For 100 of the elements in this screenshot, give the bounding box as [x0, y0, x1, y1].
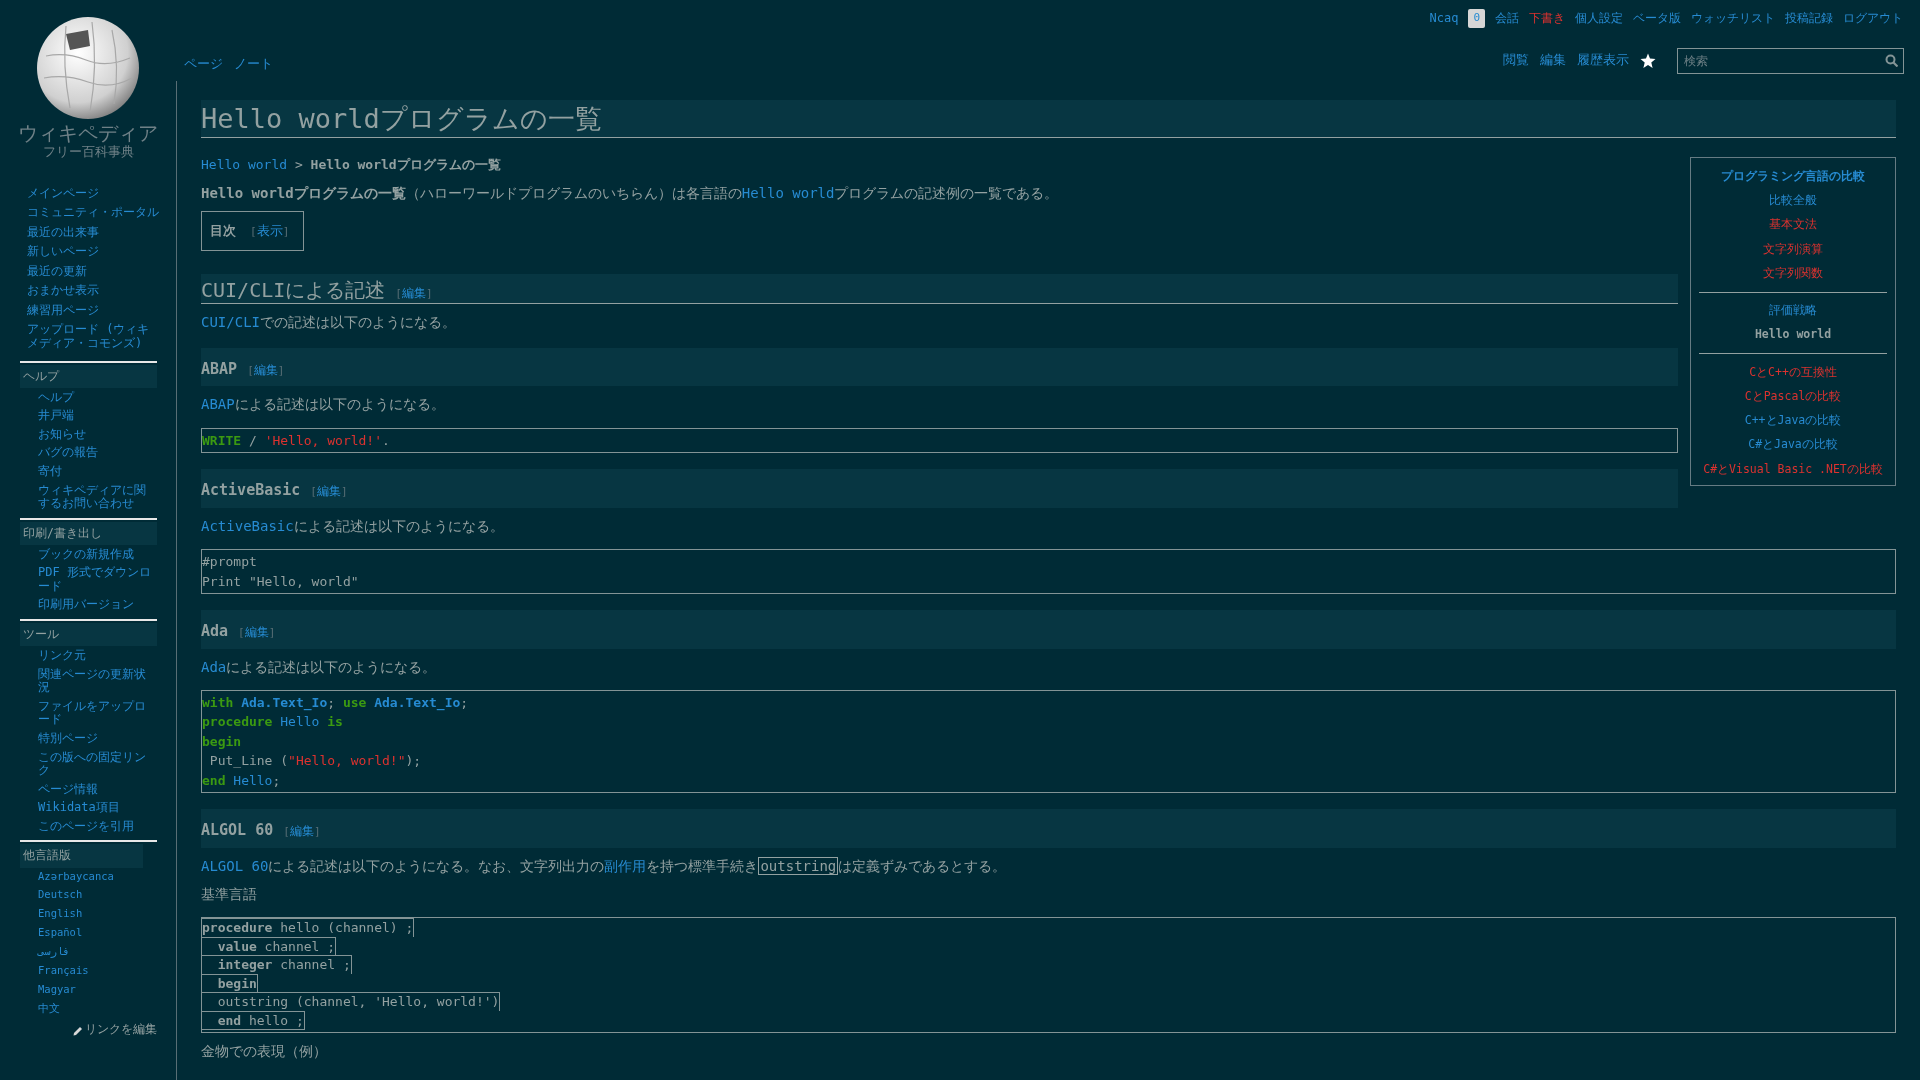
language-link[interactable]: Deutsch: [38, 889, 157, 902]
language-link[interactable]: فارسی: [38, 946, 157, 958]
navbox-link[interactable]: 基本文法: [1769, 217, 1817, 232]
page-title: Hello worldプログラムの一覧: [201, 100, 1896, 139]
sidebar-link[interactable]: ウィキペディアに関するお問い合わせ: [38, 483, 157, 511]
subsection-heading: Ada: [201, 622, 229, 641]
sidebar-link[interactable]: 寄付: [38, 464, 157, 479]
navbox-link[interactable]: CとC++の互換性: [1749, 364, 1837, 379]
sidebar-link[interactable]: 印刷用バージョン: [38, 598, 157, 613]
navbox-link[interactable]: C++とJavaの比較: [1744, 413, 1842, 428]
paragraph: Adaによる記述は以下のようになる。: [201, 657, 438, 677]
section-heading: CUI/CLIによる記述: [201, 277, 386, 302]
navbox-link[interactable]: 文字列関数: [1763, 265, 1823, 280]
link[interactable]: Ada: [201, 658, 227, 675]
sidebar-link[interactable]: コミュニティ・ポータル: [27, 206, 160, 220]
user-menu-link[interactable]: 個人設定: [1575, 9, 1623, 28]
subsection-heading: ALGOL 60: [201, 821, 274, 840]
edit-link[interactable]: [編集]: [247, 363, 285, 377]
portal-heading: ツール: [20, 623, 157, 647]
navbox-link[interactable]: 比較全般: [1769, 193, 1817, 208]
subsection-heading: ABAP: [201, 360, 238, 378]
user-menu-link[interactable]: ログアウト: [1843, 9, 1903, 28]
user-menu-link[interactable]: Ncaq: [1429, 9, 1459, 28]
sidebar-link[interactable]: 新しいページ: [27, 245, 160, 259]
sidebar-link[interactable]: お知らせ: [38, 427, 157, 442]
breadcrumb: Hello world > Hello worldプログラムの一覧: [201, 156, 502, 175]
portal-heading: 印刷/書き出し: [20, 521, 157, 545]
view-tab[interactable]: 編集: [1540, 51, 1566, 70]
code-block: procedure hello (channel) ; value channel ; integer channel ; begin outstring (channel, 'Hello, world!') end hello ;: [201, 917, 1896, 1034]
portal-heading: 他言語版: [20, 844, 143, 868]
edit-link[interactable]: [編集]: [395, 285, 433, 300]
link[interactable]: Hello world: [201, 157, 288, 173]
link[interactable]: ABAP: [201, 396, 235, 413]
sidebar-link[interactable]: 井戸端: [38, 409, 157, 423]
sidebar-link[interactable]: 関連ページの更新状況: [38, 667, 157, 695]
user-menu-link[interactable]: ベータ版: [1633, 9, 1681, 28]
sidebar-link[interactable]: ヘルプ: [38, 390, 157, 405]
link[interactable]: 副作用: [604, 857, 647, 874]
sidebar-link[interactable]: アップロード (ウィキメディア・コモンズ): [27, 323, 160, 351]
edit-link[interactable]: [編集]: [310, 484, 348, 499]
paragraph: ActiveBasicによる記述は以下のようになる。: [201, 516, 505, 536]
toc-toggle-link[interactable]: [表示]: [250, 221, 290, 241]
sidebar-link[interactable]: Wikidata項目: [38, 801, 157, 815]
navbox-link[interactable]: C#とVisual Basic .NETの比較: [1703, 461, 1883, 476]
sidebar-link[interactable]: 特別ページ: [38, 732, 157, 746]
sidebar-link[interactable]: PDF 形式でダウンロード: [38, 566, 157, 594]
code-block: with Ada.Text_Io; use Ada.Text_Io; procedure Hello is begin Put_Line ("Hello, world!"); end Hello;: [201, 689, 1896, 794]
page-tab[interactable]: ページ: [184, 54, 223, 74]
link[interactable]: Hello world: [741, 184, 835, 201]
edit-link[interactable]: [編集]: [283, 824, 321, 839]
navbox-title[interactable]: プログラミング言語の比較: [1697, 164, 1889, 189]
view-tab[interactable]: 履歴表示: [1577, 51, 1629, 70]
code-block: WRITE / 'Hello, world!'.: [201, 427, 1678, 454]
sidebar-link[interactable]: このページを引用: [38, 819, 157, 834]
paragraph: ABAPによる記述は以下のようになる。: [201, 395, 446, 415]
paragraph: 金物での表現（例）: [201, 1042, 328, 1062]
star-icon[interactable]: [1640, 52, 1656, 69]
link[interactable]: CUI/CLI: [201, 313, 260, 330]
sidebar-link[interactable]: ファイルをアップロード: [38, 699, 157, 727]
sidebar-link[interactable]: バグの報告: [38, 446, 157, 460]
language-link[interactable]: English: [38, 908, 157, 921]
search-field[interactable]: 検索: [1677, 47, 1904, 74]
edit-link[interactable]: [編集]: [238, 625, 276, 640]
sidebar-link[interactable]: リンク元: [38, 649, 157, 663]
user-menu-link[interactable]: 投稿記録: [1785, 9, 1833, 28]
navbox-link[interactable]: CとPascalの比較: [1744, 388, 1842, 403]
puzzle-globe-icon[interactable]: [36, 16, 140, 120]
logo-title: ウィキペディア: [18, 122, 158, 144]
paragraph: ALGOL 60による記述は以下のようになる。なお、文字列出力の副作用を持つ標準手続き outstring は定義ずみであるとする。: [201, 855, 1008, 877]
toc-title: 目次: [210, 222, 236, 241]
notification-badge[interactable]: 0: [1468, 9, 1485, 28]
sidebar-link[interactable]: ページ情報: [38, 782, 157, 797]
sidebar-link[interactable]: おまかせ表示: [27, 284, 160, 298]
navbox-link[interactable]: 文字列演算: [1763, 241, 1823, 256]
code-block: #prompt Print "Hello, world": [201, 549, 1896, 595]
language-link[interactable]: Français: [38, 964, 157, 977]
language-link[interactable]: 中文: [38, 1002, 157, 1015]
sidebar-link[interactable]: 最近の更新: [27, 264, 160, 279]
user-menu-link[interactable]: 会話: [1495, 9, 1519, 28]
sidebar-link[interactable]: メインページ: [27, 186, 160, 201]
navbox-link[interactable]: C#とJavaの比較: [1748, 437, 1838, 452]
language-link[interactable]: Magyar: [38, 983, 157, 996]
sidebar-link[interactable]: この版への固定リンク: [38, 750, 157, 778]
link[interactable]: ALGOL 60: [201, 857, 269, 874]
user-menu-link[interactable]: ウォッチリスト: [1691, 9, 1775, 28]
edit-links-link[interactable]: リンクを編集: [85, 1021, 157, 1039]
intro-paragraph: Hello worldプログラムの一覧（ハローワールドプログラムのいちらん）は各言語のHello worldプログラムの記述例の一覧である。: [201, 183, 1060, 203]
portal-heading: ヘルプ: [20, 364, 157, 388]
view-tab[interactable]: 閲覧: [1503, 51, 1529, 70]
sidebar-link[interactable]: ブックの新規作成: [38, 547, 157, 562]
sidebar-link[interactable]: 最近の出来事: [27, 225, 160, 240]
language-link[interactable]: Azərbaycanca: [38, 870, 157, 883]
language-link[interactable]: Español: [38, 927, 157, 939]
link[interactable]: ActiveBasic: [201, 517, 294, 534]
navbox-link[interactable]: 評価戦略: [1769, 303, 1817, 318]
sidebar-link[interactable]: 練習用ページ: [27, 303, 160, 318]
user-menu-link[interactable]: 下書き: [1529, 9, 1565, 28]
page-tab[interactable]: ノート: [234, 54, 273, 74]
search-icon[interactable]: [1885, 53, 1898, 67]
navbox-current-item: Hello world: [1754, 327, 1832, 342]
